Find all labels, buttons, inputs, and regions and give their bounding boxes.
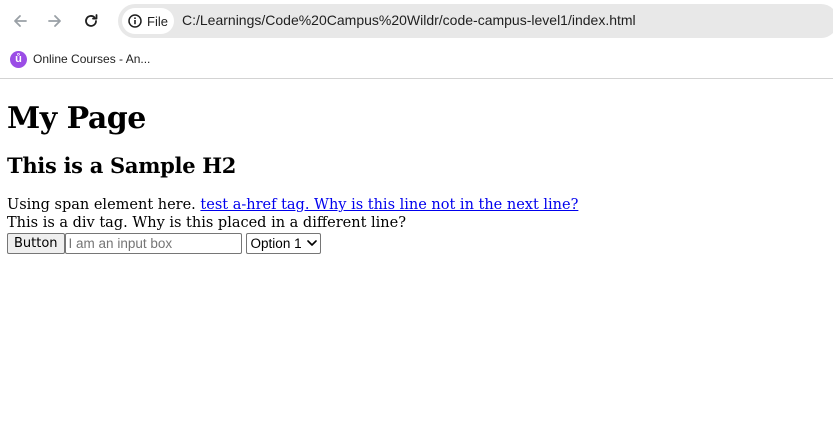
span-text: Using span element here. <box>7 197 196 213</box>
url-text[interactable]: C:/Learnings/Code%20Campus%20Wildr/code-… <box>182 12 636 28</box>
bookmark-label: Online Courses - An... <box>33 52 151 66</box>
reload-icon <box>85 14 98 27</box>
form-controls: Button Option 1 <box>7 232 826 254</box>
span-line: Using span element here. test a-href tag… <box>7 196 826 214</box>
back-button[interactable] <box>7 8 33 34</box>
page-subheading: This is a Sample H2 <box>7 153 237 178</box>
sample-link[interactable]: test a-href tag. Why is this line not in… <box>200 197 578 213</box>
browser-chrome: File C:/Learnings/Code%20Campus%20Wildr/… <box>0 0 833 79</box>
bookmarks-bar: ů Online Courses - An... <box>0 42 833 78</box>
udemy-favicon-icon: ů <box>10 50 27 68</box>
address-bar[interactable]: File C:/Learnings/Code%20Campus%20Wildr/… <box>118 4 833 38</box>
reload-button[interactable] <box>78 8 104 34</box>
arrow-right-icon <box>48 15 61 27</box>
bookmark-item[interactable]: ů Online Courses - An... <box>6 47 154 71</box>
page-heading: My Page <box>7 101 146 136</box>
div-text: This is a div tag. Why is this placed in… <box>7 215 406 231</box>
select-value: Option 1 <box>250 235 302 251</box>
page-content: My Page This is a Sample H2 Using span e… <box>0 101 833 254</box>
option-select[interactable]: Option 1 <box>245 232 321 254</box>
arrow-left-icon <box>14 15 27 27</box>
site-info-label: File <box>147 13 168 29</box>
sample-input[interactable] <box>64 232 242 254</box>
site-info-chip[interactable]: File <box>122 8 174 34</box>
forward-button[interactable] <box>42 8 68 34</box>
info-icon <box>128 14 142 28</box>
sample-button[interactable]: Button <box>7 232 65 254</box>
chevron-down-icon <box>306 240 317 246</box>
browser-toolbar: File C:/Learnings/Code%20Campus%20Wildr/… <box>0 0 833 42</box>
